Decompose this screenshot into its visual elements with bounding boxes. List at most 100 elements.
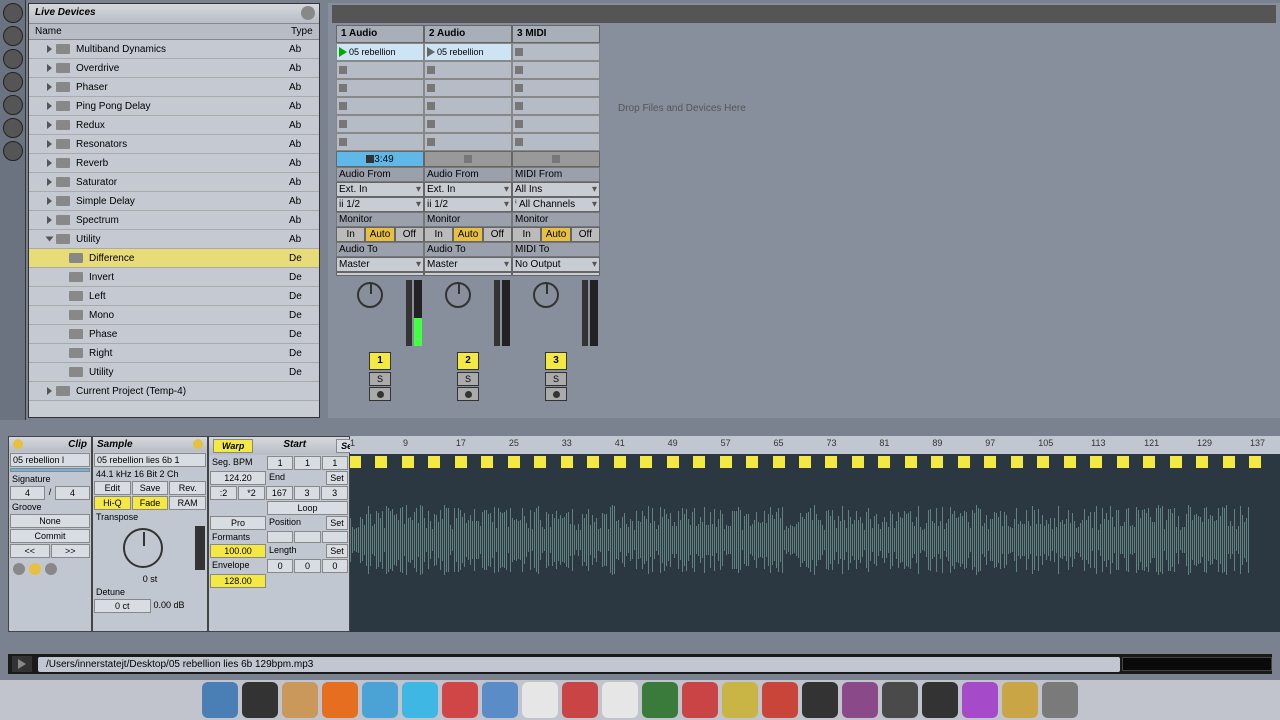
stop-icon[interactable] bbox=[366, 155, 374, 163]
device-row[interactable]: PhaserAb bbox=[29, 78, 319, 97]
save-button[interactable]: Save bbox=[132, 481, 169, 495]
warp-marker[interactable] bbox=[508, 456, 520, 468]
monitor-button[interactable]: In bbox=[512, 227, 541, 242]
io-channel-select[interactable]: ii 1/2▾ bbox=[424, 197, 512, 212]
arm-button[interactable] bbox=[369, 387, 391, 401]
warp-marker[interactable] bbox=[958, 456, 970, 468]
solo-button[interactable]: S bbox=[457, 372, 479, 386]
track-title[interactable]: 1 Audio bbox=[336, 25, 424, 43]
env-view-toggle[interactable] bbox=[45, 563, 57, 575]
monitor-button[interactable]: In bbox=[424, 227, 453, 242]
clip-status[interactable]: 3:49 bbox=[336, 151, 424, 167]
monitor-button[interactable]: Auto bbox=[541, 227, 570, 242]
track-title[interactable]: 3 MIDI bbox=[512, 25, 600, 43]
clip-color-field[interactable] bbox=[10, 468, 90, 472]
warp-marker[interactable] bbox=[720, 456, 732, 468]
len-16th[interactable]: 0 bbox=[322, 559, 348, 573]
dock-app-icon[interactable] bbox=[882, 682, 918, 718]
dock-app-icon[interactable] bbox=[722, 682, 758, 718]
clip-view-toggle[interactable] bbox=[13, 563, 25, 575]
clip-status[interactable] bbox=[424, 151, 512, 167]
clip-slot[interactable] bbox=[512, 43, 600, 61]
warp-marker[interactable] bbox=[1037, 456, 1049, 468]
track-title[interactable]: 2 Audio bbox=[424, 25, 512, 43]
warp-marker[interactable] bbox=[561, 456, 573, 468]
sig-numerator[interactable]: 4 bbox=[10, 486, 45, 500]
clip-slot[interactable] bbox=[512, 61, 600, 79]
warp-marker[interactable] bbox=[984, 456, 996, 468]
device-row[interactable]: PhaseDe bbox=[29, 325, 319, 344]
clip-slot[interactable]: 05 rebellion bbox=[424, 43, 512, 61]
device-row[interactable]: Simple DelayAb bbox=[29, 192, 319, 211]
tool-btn[interactable] bbox=[3, 49, 23, 69]
monitor-button[interactable]: Auto bbox=[365, 227, 394, 242]
device-row[interactable]: DifferenceDe bbox=[29, 249, 319, 268]
stop-icon[interactable] bbox=[515, 102, 523, 110]
col-type[interactable]: Type bbox=[289, 24, 319, 39]
arrangement-overview[interactable] bbox=[332, 5, 1276, 23]
warp-marker[interactable] bbox=[1117, 456, 1129, 468]
transpose-knob[interactable] bbox=[123, 528, 163, 568]
warp-marker[interactable] bbox=[905, 456, 917, 468]
device-row[interactable]: SaturatorAb bbox=[29, 173, 319, 192]
clip-status[interactable] bbox=[512, 151, 600, 167]
waveform-display[interactable]: 191725334149576573818997105113121129137 bbox=[350, 436, 1280, 632]
double-tempo-button[interactable]: *2 bbox=[238, 486, 265, 500]
len-set-button[interactable]: Set bbox=[326, 544, 348, 558]
expand-icon[interactable] bbox=[47, 140, 52, 148]
pan-knob[interactable] bbox=[357, 282, 383, 308]
track-activator[interactable]: 1 bbox=[369, 352, 391, 370]
clip-slot[interactable] bbox=[512, 79, 600, 97]
warp-marker[interactable] bbox=[1011, 456, 1023, 468]
warp-marker[interactable] bbox=[931, 456, 943, 468]
end-bar[interactable]: 167 bbox=[266, 486, 293, 500]
clip-slot[interactable] bbox=[336, 115, 424, 133]
clip-color-icon[interactable] bbox=[13, 439, 23, 449]
clip-slot[interactable] bbox=[336, 79, 424, 97]
device-row[interactable]: LeftDe bbox=[29, 287, 319, 306]
expand-icon[interactable] bbox=[47, 45, 52, 53]
clip-slot[interactable] bbox=[424, 61, 512, 79]
fade-button[interactable]: Fade bbox=[132, 496, 169, 510]
dock-app-icon[interactable] bbox=[642, 682, 678, 718]
expand-icon[interactable] bbox=[47, 102, 52, 110]
warp-marker[interactable] bbox=[1249, 456, 1261, 468]
monitor-button[interactable]: In bbox=[336, 227, 365, 242]
beat-ruler[interactable]: 191725334149576573818997105113121129137 bbox=[350, 436, 1280, 454]
stop-icon[interactable] bbox=[339, 138, 347, 146]
len-beat[interactable]: 0 bbox=[294, 559, 320, 573]
stop-icon[interactable] bbox=[427, 138, 435, 146]
io-from-select[interactable]: Ext. In▾ bbox=[424, 182, 512, 197]
tool-btn[interactable] bbox=[3, 3, 23, 23]
warp-marker[interactable] bbox=[799, 456, 811, 468]
warp-marker[interactable] bbox=[1064, 456, 1076, 468]
expand-icon[interactable] bbox=[47, 197, 52, 205]
clip-slot[interactable] bbox=[336, 61, 424, 79]
dock-app-icon[interactable] bbox=[402, 682, 438, 718]
clip-slot[interactable] bbox=[424, 115, 512, 133]
track-activator[interactable]: 2 bbox=[457, 352, 479, 370]
warp-marker[interactable] bbox=[667, 456, 679, 468]
clip-slot[interactable] bbox=[336, 133, 424, 151]
warp-markers[interactable] bbox=[350, 454, 1280, 470]
stop-icon[interactable] bbox=[427, 66, 435, 74]
monitor-button[interactable]: Off bbox=[395, 227, 424, 242]
dock-app-icon[interactable] bbox=[1002, 682, 1038, 718]
device-row[interactable]: SpectrumAb bbox=[29, 211, 319, 230]
hiq-button[interactable]: Hi-Q bbox=[94, 496, 131, 510]
clip-slot[interactable] bbox=[424, 133, 512, 151]
expand-icon[interactable] bbox=[47, 64, 52, 72]
warp-marker[interactable] bbox=[402, 456, 414, 468]
warp-marker[interactable] bbox=[693, 456, 705, 468]
device-row[interactable]: Multiband DynamicsAb bbox=[29, 40, 319, 59]
device-row[interactable]: RightDe bbox=[29, 344, 319, 363]
warp-marker[interactable] bbox=[587, 456, 599, 468]
detune-value[interactable]: 0 ct bbox=[94, 599, 151, 613]
expand-icon[interactable] bbox=[47, 216, 52, 224]
end-set-button[interactable]: Set bbox=[326, 471, 348, 485]
io-from-select[interactable]: Ext. In▾ bbox=[336, 182, 424, 197]
warp-marker[interactable] bbox=[428, 456, 440, 468]
io-channel-select[interactable]: ii 1/2▾ bbox=[336, 197, 424, 212]
warp-marker[interactable] bbox=[773, 456, 785, 468]
start-bar[interactable]: 1 bbox=[267, 456, 293, 470]
